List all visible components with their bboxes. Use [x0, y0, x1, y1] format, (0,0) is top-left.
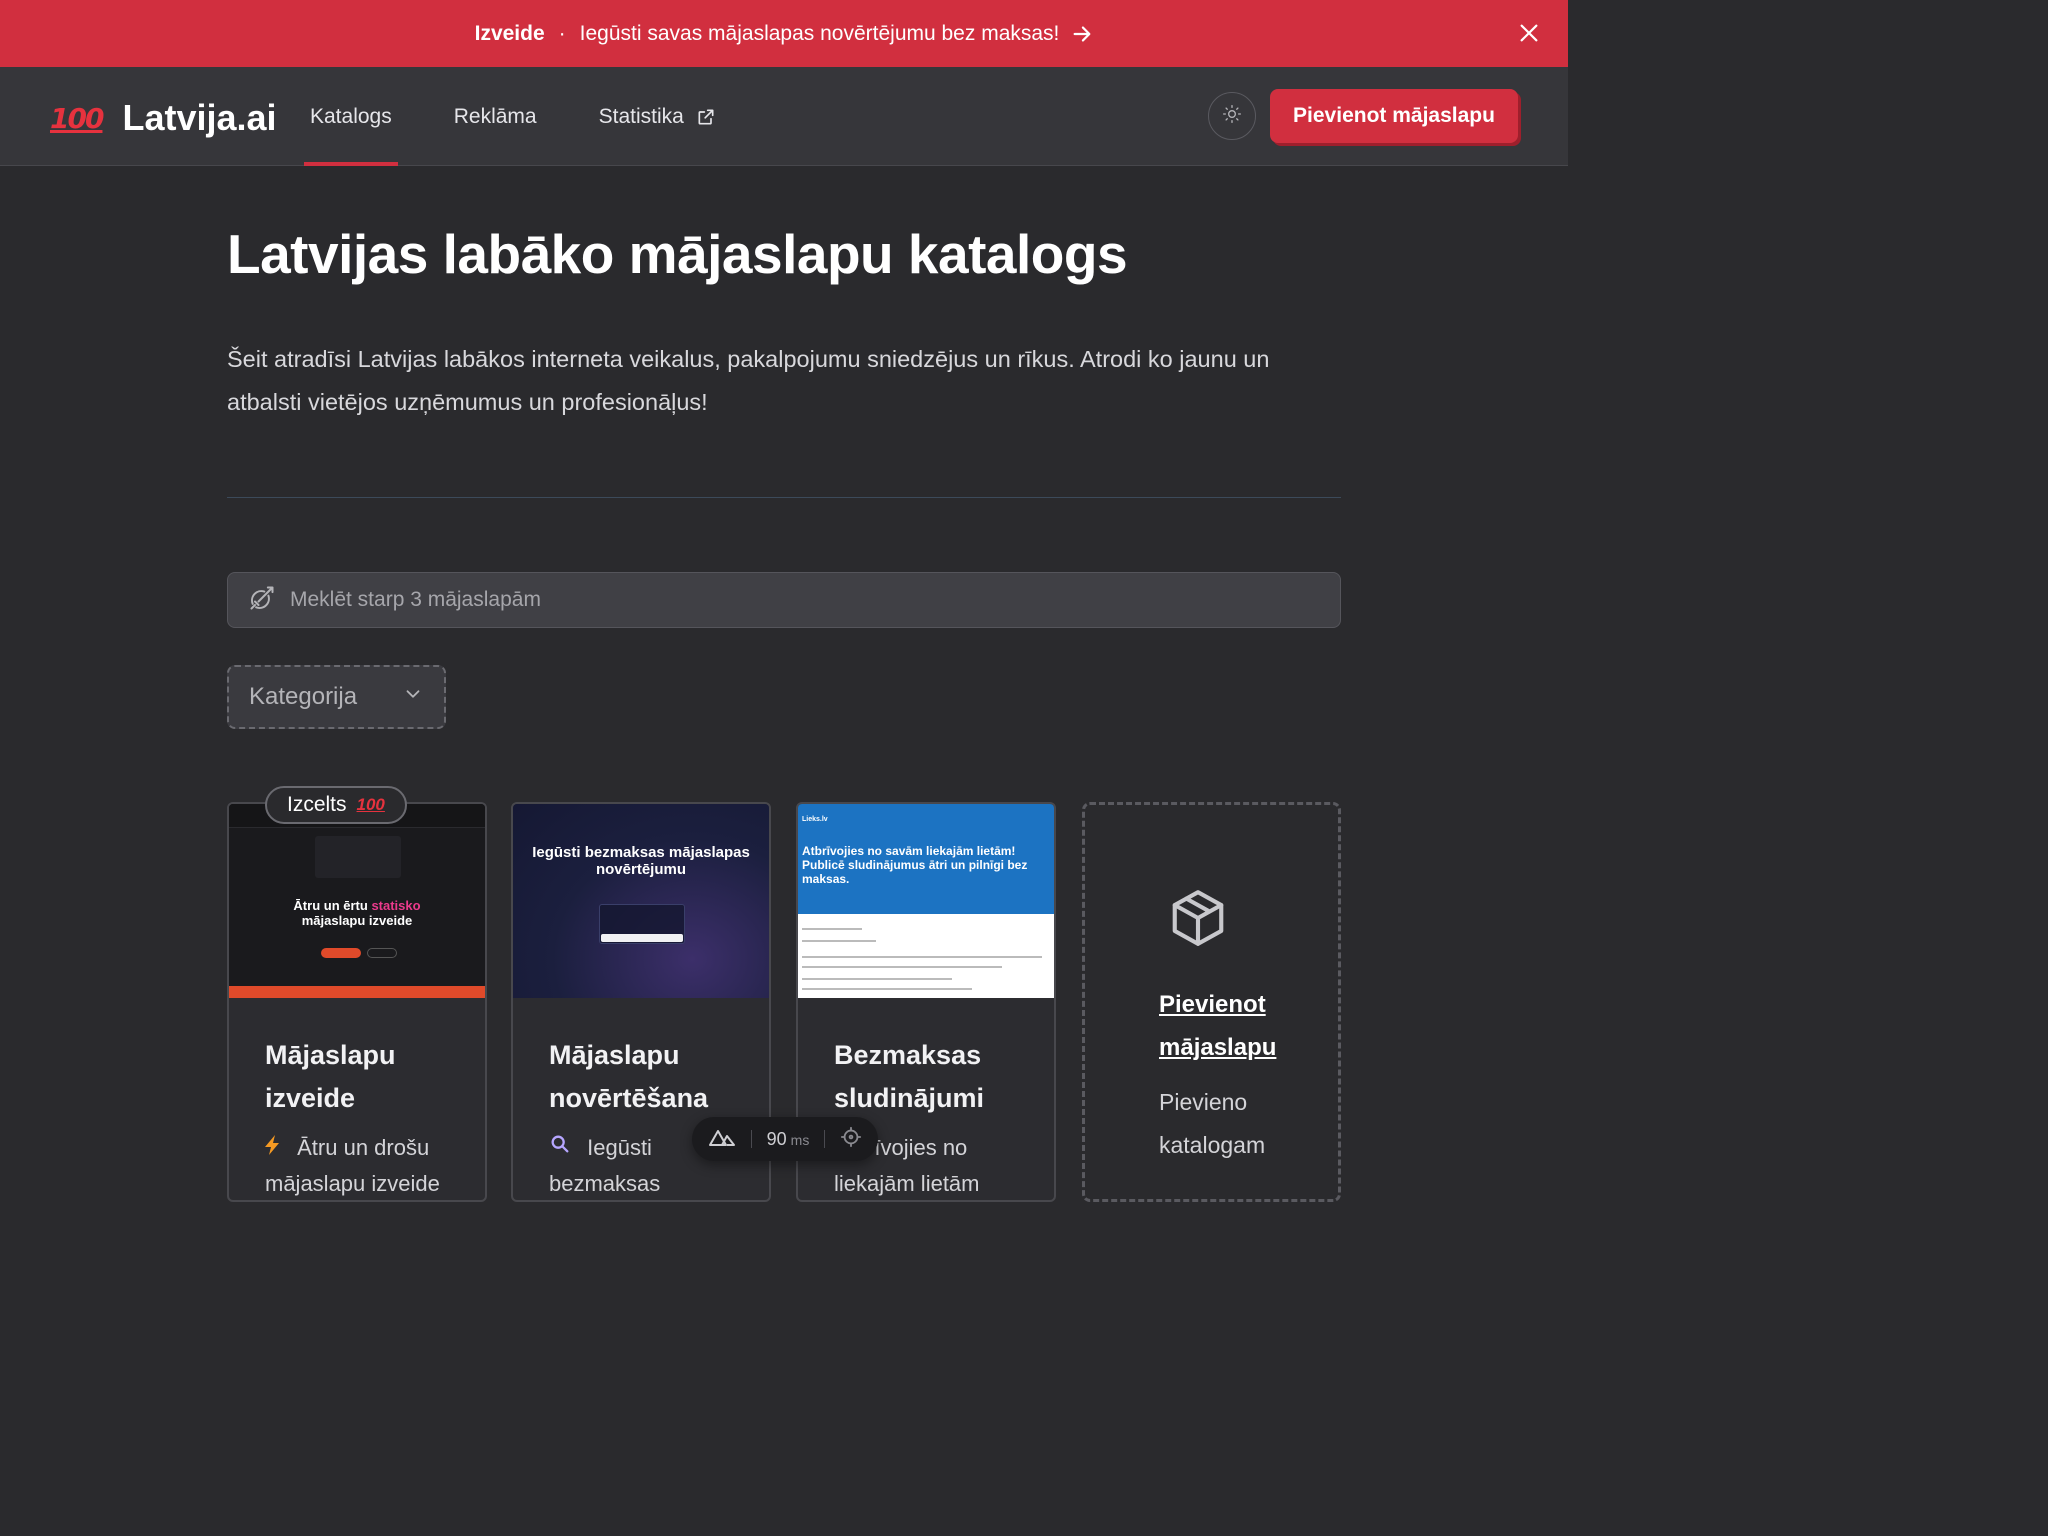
nav-label: Reklāma	[453, 104, 537, 128]
website-thumbnail: Lieks.lv Atbrīvojies no savām liekajām l…	[798, 804, 1054, 998]
thumb-headline: Atbrīvojies no savām liekajām lietām! Pu…	[802, 844, 1028, 886]
package-icon	[1167, 885, 1229, 956]
search-input[interactable]	[290, 588, 1290, 612]
site-header: 100 Latvija.ai Katalogs Reklāma Statisti…	[0, 67, 1568, 166]
render-time-value: 90	[766, 1128, 787, 1149]
nav-statistika[interactable]: Statistika	[593, 67, 722, 166]
badge-label: Izcelts	[287, 793, 347, 816]
add-website-card[interactable]: Pievienot mājaslapu Pievieno katalogam	[1082, 802, 1341, 1202]
external-link-icon	[696, 107, 716, 127]
arrow-right-icon	[1071, 23, 1093, 45]
nuxt-icon	[708, 1127, 736, 1152]
announcement-banner[interactable]: Izveide · Iegūsti savas mājaslapas novēr…	[0, 0, 1568, 67]
site-logo[interactable]: 100 Latvija.ai	[50, 97, 277, 139]
magnifier-icon	[549, 1135, 577, 1160]
devtools-pill[interactable]: 90 ms	[692, 1117, 878, 1161]
divider	[227, 497, 1341, 498]
main-nav: Katalogs Reklāma Statistika	[304, 67, 772, 166]
page-title: Latvijas labāko mājaslapu katalogs	[227, 223, 1128, 285]
nav-reklama[interactable]: Reklāma	[448, 67, 543, 166]
featured-badge: Izcelts 100	[265, 786, 407, 824]
add-card-title[interactable]: Pievienot mājaslapu	[1159, 983, 1329, 1069]
hundred-emoji-icon: 100	[356, 795, 385, 814]
nav-label: Statistika	[598, 104, 684, 128]
thumb-headline-b: mājaslapu izveide	[301, 913, 413, 928]
card-title: Mājaslapu izveide	[265, 1040, 396, 1113]
banner-message[interactable]: Iegūsti savas mājaslapas novērtējumu bez…	[580, 22, 1060, 46]
card-title: Mājaslapu novērtēšana	[549, 1040, 709, 1113]
search-bar[interactable]	[227, 572, 1341, 628]
divider	[824, 1130, 826, 1148]
logo-text: Latvija.ai	[122, 97, 277, 138]
card-title: Bezmaksas sludinājumi	[834, 1040, 985, 1113]
banner-brand: Izveide	[474, 21, 545, 45]
thumb-headline-a: Ātru un ērtu	[293, 898, 368, 913]
add-card-description: Pievieno katalogam	[1159, 1089, 1266, 1158]
website-thumbnail: Ātru un ērtu statisko mājaslapu izveide	[229, 804, 485, 998]
card-desc-text: Ātru un drošu mājaslapu izveide	[265, 1135, 440, 1196]
render-time: 90 ms	[767, 1129, 810, 1150]
add-website-button[interactable]: Pievienot mājaslapu	[1270, 89, 1518, 143]
thumb-brand: Lieks.lv	[802, 816, 828, 823]
sun-icon	[1222, 104, 1242, 129]
divider	[750, 1130, 752, 1148]
website-thumbnail: Iegūsti bezmaksas mājaslapas novērtējumu	[513, 804, 769, 998]
category-label: Kategorija	[249, 683, 358, 710]
nav-label: Katalogs	[310, 104, 392, 128]
banner-separator: ·	[558, 21, 566, 45]
page-description: Šeit atradīsi Latvijas labākos interneta…	[227, 346, 1270, 415]
thumb-headline: Iegūsti bezmaksas mājaslapas novērtējumu	[532, 844, 750, 878]
bow-arrow-icon	[248, 584, 276, 617]
nav-katalogs[interactable]: Katalogs	[304, 67, 398, 166]
close-icon[interactable]	[1516, 20, 1542, 46]
hundred-emoji-icon: 100	[50, 101, 104, 135]
crosshair-icon[interactable]	[840, 1126, 862, 1153]
thumb-headline-pink: statisko	[371, 898, 421, 913]
website-card[interactable]: Ātru un ērtu statisko mājaslapu izveide …	[227, 802, 487, 1202]
card-description: Ātru un drošu mājaslapu izveide	[265, 1130, 465, 1200]
render-time-unit: ms	[790, 1131, 810, 1148]
category-select[interactable]: Kategorija	[227, 665, 446, 729]
lightning-icon	[265, 1135, 287, 1160]
theme-toggle-button[interactable]	[1208, 92, 1256, 140]
chevron-down-icon	[402, 683, 424, 712]
